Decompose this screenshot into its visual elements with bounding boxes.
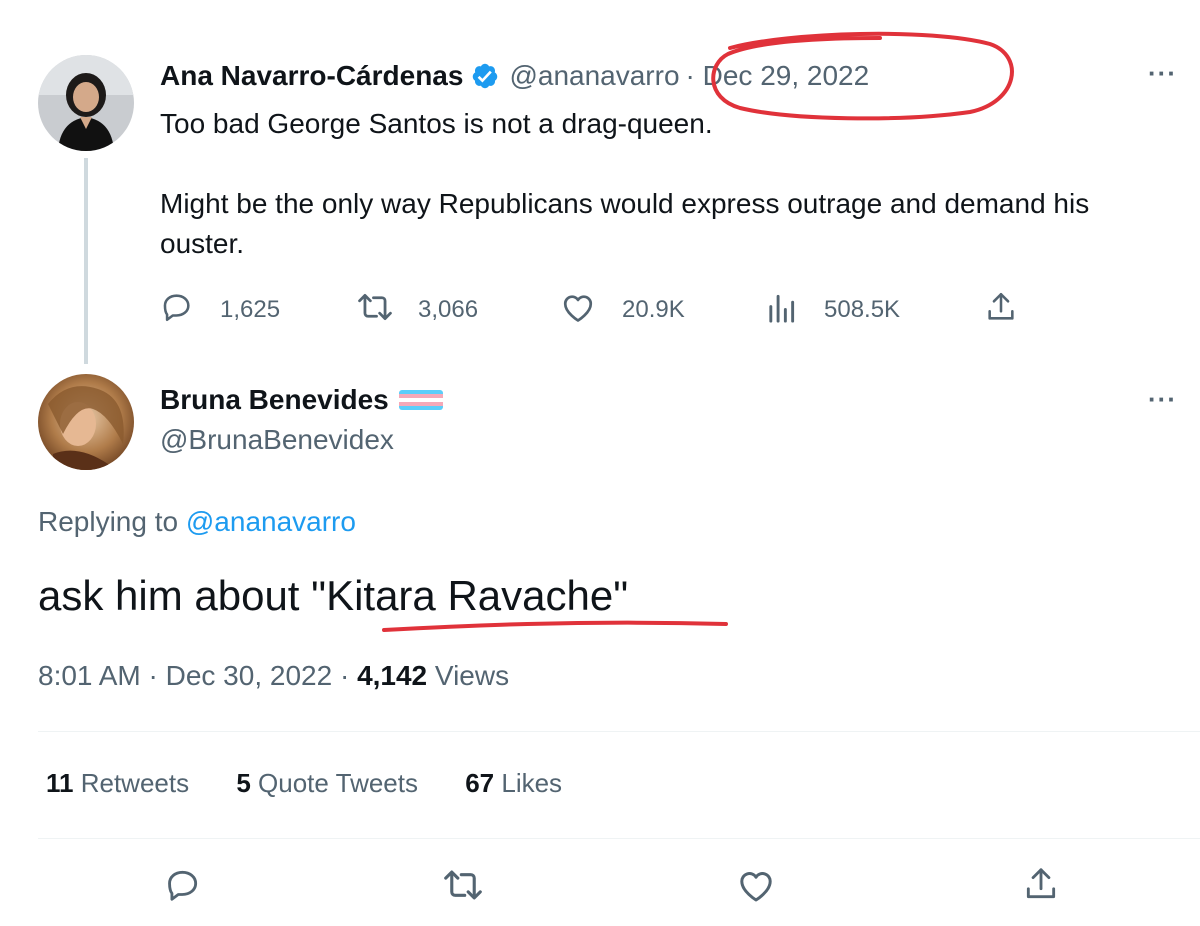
share-icon[interactable] <box>1022 864 1060 904</box>
like-icon[interactable] <box>736 866 776 904</box>
replying-to: Replying to @ananavarro <box>38 506 356 538</box>
avatar-bruna[interactable] <box>38 374 134 470</box>
stat-quotes[interactable]: 5 Quote Tweets <box>236 768 418 798</box>
stat-retweets[interactable]: 11 Retweets <box>46 768 189 798</box>
reply-more-icon[interactable]: ··· <box>1148 384 1177 415</box>
reply-views-label: Views <box>427 660 510 691</box>
replying-to-prefix: Replying to <box>38 506 186 537</box>
reply-author-handle[interactable]: @BrunaBenevidex <box>160 424 394 456</box>
thread-line <box>84 158 88 364</box>
reply-text-highlight: Kitara Ravache <box>326 572 614 619</box>
retweet-icon[interactable] <box>356 290 394 324</box>
reply-text-prefix: ask him about " <box>38 572 327 619</box>
underline-annotation <box>382 620 728 632</box>
reply-header: Bruna Benevides <box>160 382 443 418</box>
replying-to-link[interactable]: @ananavarro <box>186 506 356 537</box>
retweet-count: 3,066 <box>418 296 479 323</box>
like-icon[interactable] <box>560 290 596 324</box>
reply-meta: 8:01 AM · Dec 30, 2022 · 4,142 Views <box>38 660 509 692</box>
quotes-label: Quote Tweets <box>250 768 418 798</box>
action-bar: 1,625 3,066 20.9K 508.5K <box>160 288 1060 328</box>
reply-time[interactable]: 8:01 AM · Dec 30, 2022 · <box>38 660 357 691</box>
reply-count: 1,625 <box>220 296 281 323</box>
likes-count: 67 <box>465 768 495 798</box>
share-icon[interactable] <box>984 290 1018 324</box>
trans-flag-icon <box>398 390 443 410</box>
reply-text: ask him about "Kitara Ravache" <box>38 572 628 620</box>
tweet-text: Too bad George Santos is not a drag-quee… <box>160 108 1090 259</box>
stat-likes[interactable]: 67 Likes <box>465 768 562 798</box>
retweets-label: Retweets <box>73 768 190 798</box>
quotes-count: 5 <box>236 768 251 798</box>
reply-icon[interactable] <box>160 290 194 324</box>
author-name[interactable]: Ana Navarro-Cárdenas <box>160 60 463 92</box>
views-icon[interactable] <box>766 292 796 324</box>
like-count: 20.9K <box>622 296 685 323</box>
reply-icon[interactable] <box>164 866 202 904</box>
reply-author-name[interactable]: Bruna Benevides <box>160 384 389 416</box>
views-count: 508.5K <box>824 296 901 323</box>
divider-top <box>38 731 1200 732</box>
reply-text-suffix: " <box>613 572 629 619</box>
retweets-count: 11 <box>46 768 74 798</box>
verified-badge-icon <box>471 62 499 90</box>
likes-label: Likes <box>494 768 563 798</box>
divider-bottom <box>38 838 1200 839</box>
more-icon[interactable]: ··· <box>1148 58 1177 89</box>
engagement-stats: 11 Retweets 5 Quote Tweets 67 Likes <box>46 768 562 799</box>
author-handle[interactable]: @ananavarro <box>509 60 679 92</box>
avatar-ana[interactable] <box>38 55 134 151</box>
reply-views-count: 4,142 <box>357 660 428 691</box>
retweet-icon[interactable] <box>442 866 484 904</box>
